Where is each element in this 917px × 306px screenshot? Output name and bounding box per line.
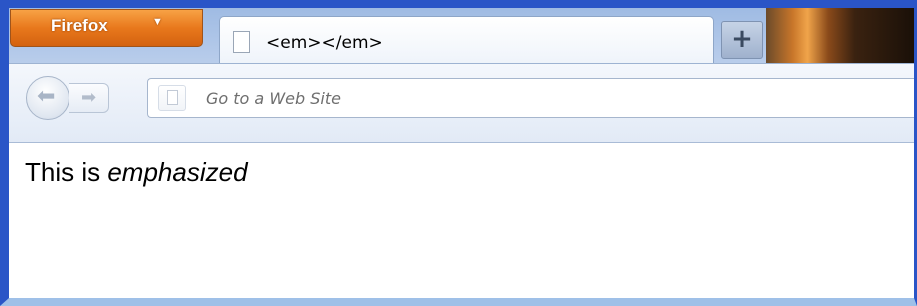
site-identity-icon[interactable]	[158, 85, 186, 111]
plain-text: This is	[25, 157, 108, 187]
new-tab-button[interactable]: +	[721, 21, 763, 59]
tab-strip: Firefox ▼ <em></em> +	[9, 8, 914, 66]
back-arrow-icon: ⬅	[37, 84, 56, 109]
chevron-down-icon: ▼	[152, 16, 163, 28]
title-bar-background	[766, 8, 914, 63]
forward-arrow-icon: ➡	[81, 87, 97, 108]
navigation-toolbar: ⬅ ➡	[9, 63, 914, 143]
url-bar[interactable]	[147, 78, 914, 118]
page-icon	[233, 31, 250, 53]
browser-window: Firefox ▼ <em></em> + ⬅ ➡ This is emphas…	[0, 0, 917, 306]
page-icon	[167, 90, 178, 105]
url-input[interactable]	[206, 83, 896, 113]
tab-title: <em></em>	[266, 33, 383, 53]
page-content: This is emphasized	[9, 143, 914, 298]
paragraph: This is emphasized	[25, 157, 248, 188]
tab-active[interactable]: <em></em>	[219, 16, 714, 66]
firefox-menu-label: Firefox	[51, 16, 108, 35]
back-button[interactable]: ⬅	[26, 76, 70, 120]
firefox-menu-button[interactable]: Firefox ▼	[10, 9, 203, 47]
emphasized-text: emphasized	[107, 157, 248, 187]
forward-button[interactable]: ➡	[69, 83, 109, 113]
